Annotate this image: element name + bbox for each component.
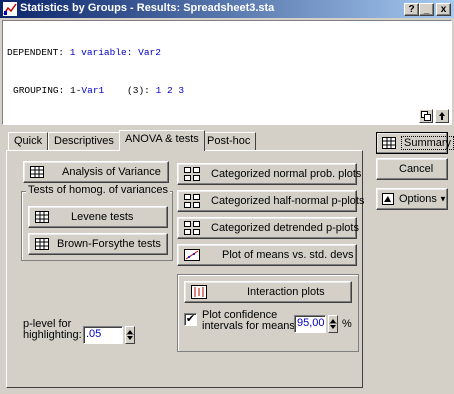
scatter-plot-icon [184, 249, 200, 261]
categorized-normal-plots-button[interactable]: Categorized normal prob. plots [177, 163, 361, 185]
tab-post-hoc[interactable]: Post-hoc [201, 132, 257, 150]
tab-quick[interactable]: Quick [8, 132, 49, 150]
multi-graph-icon [184, 167, 200, 181]
plot-confidence-label: Plot confidence intervals for means: [202, 309, 298, 332]
plot-confidence-checkbox[interactable]: ✔ [184, 313, 197, 326]
anova-tests-panel: Analysis of Variance Tests of homog. of … [6, 150, 364, 388]
cancel-button[interactable]: Cancel [376, 158, 448, 180]
results-text-area[interactable]: DEPENDENT: 1 variable: Var2 GROUPING: 1-… [2, 20, 452, 125]
table-icon [382, 137, 396, 149]
multi-graph-icon [184, 221, 200, 235]
categorized-half-normal-plots-button[interactable]: Categorized half-normal p-plots [177, 190, 364, 212]
title-bar[interactable]: Statistics by Groups - Results: Spreadsh… [0, 0, 454, 18]
means-vs-std-devs-button[interactable]: Plot of means vs. std. devs [177, 244, 357, 266]
table-icon [35, 238, 49, 250]
app-icon [3, 2, 17, 16]
categorized-detrended-plots-button[interactable]: Categorized detrended p-plots [177, 217, 359, 239]
tab-descriptives[interactable]: Descriptives [48, 132, 120, 150]
expand-results-icon[interactable] [435, 109, 449, 123]
dropdown-arrow-icon: ▼ [439, 194, 447, 204]
copy-results-icon[interactable] [419, 109, 433, 123]
analysis-of-variance-button[interactable]: Analysis of Variance [23, 161, 169, 183]
window-title: Statistics by Groups - Results: Spreadsh… [20, 2, 275, 14]
plevel-spinner[interactable] [125, 326, 135, 344]
levene-tests-button[interactable]: Levene tests [28, 206, 168, 228]
homogeneity-group: Tests of homog. of variances Levene test… [21, 184, 173, 261]
brown-forsythe-tests-button[interactable]: Brown-Forsythe tests [28, 233, 168, 255]
help-button[interactable]: ? [404, 3, 419, 16]
options-icon [382, 193, 394, 205]
percent-label: % [342, 318, 352, 330]
interaction-plot-icon [191, 285, 207, 299]
interaction-plots-button[interactable]: Interaction plots [184, 281, 352, 303]
interaction-group: Interaction plots ✔ Plot confidence inter… [177, 274, 359, 352]
confidence-value-field[interactable]: 95,00 [294, 315, 326, 333]
summary-button[interactable]: Summary [376, 132, 454, 154]
homogeneity-group-label: Tests of homog. of variances [26, 184, 171, 196]
table-icon [35, 211, 49, 223]
close-button[interactable]: x [436, 3, 451, 16]
multi-graph-icon [184, 194, 200, 208]
options-button[interactable]: Options ▼ [376, 188, 448, 210]
minimize-button[interactable]: _ [419, 3, 434, 16]
table-icon [30, 166, 44, 178]
plevel-field[interactable]: .05 [83, 326, 123, 344]
tab-anova-tests[interactable]: ANOVA & tests [119, 130, 205, 151]
confidence-spinner[interactable] [328, 315, 338, 333]
dependent-line: DEPENDENT: 1 variable: Var2 [7, 47, 161, 58]
plevel-label: p-level for highlighting: [23, 318, 82, 341]
grouping-line: GROUPING: 1-Var1 (3): 1 2 3 [13, 85, 185, 96]
